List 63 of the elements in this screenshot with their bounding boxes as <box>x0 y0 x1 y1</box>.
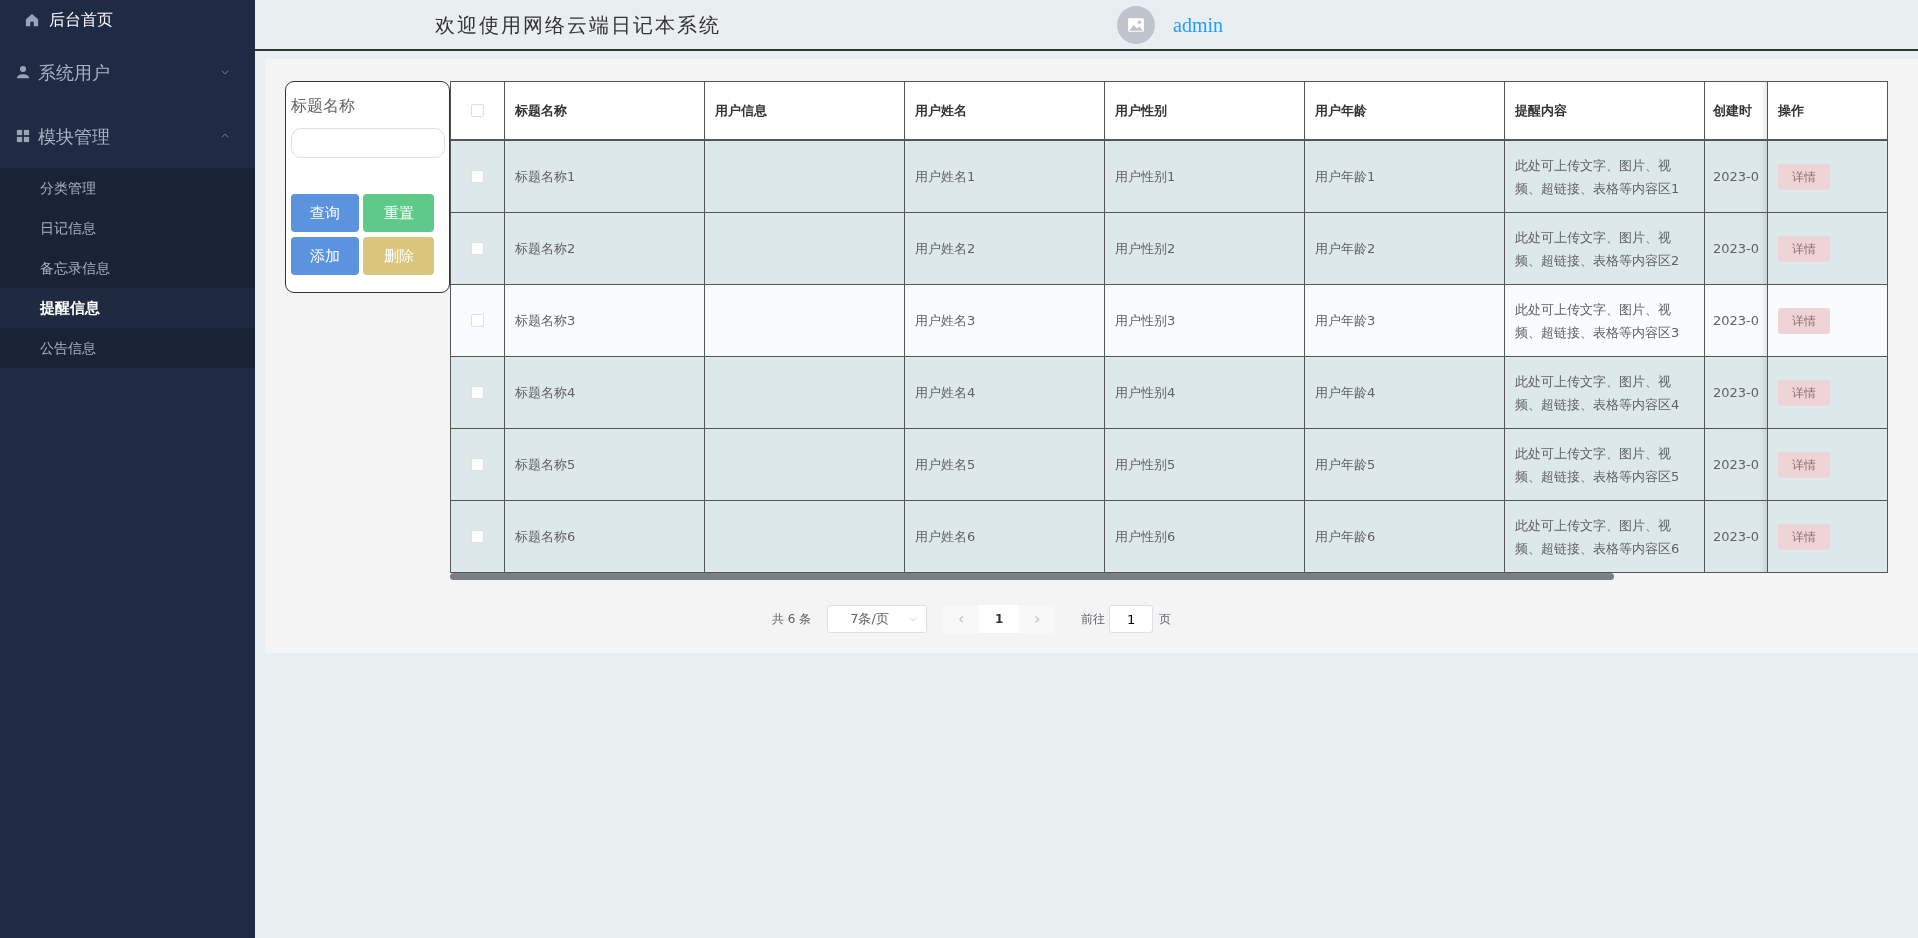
goto-page-field[interactable]: 1 <box>1109 605 1154 633</box>
row-checkbox[interactable] <box>471 314 484 327</box>
column-header: 提醒内容 <box>1505 81 1705 141</box>
sidebar-item[interactable]: 备忘录信息 <box>0 248 255 288</box>
chevron-icon <box>220 67 230 77</box>
grid-icon <box>16 129 30 143</box>
column-header: 创建时 <box>1705 81 1768 141</box>
sidebar-menu-group[interactable]: 系统用户 <box>0 40 255 104</box>
table-cell-text: 此处可上传文字、图片、视频、超链接、表格等内容区5 <box>1515 444 1681 486</box>
select-all-checkbox[interactable] <box>471 104 484 117</box>
column-header: 用户姓名 <box>905 81 1105 141</box>
total-count: 共 6 条 <box>771 611 812 628</box>
home-icon <box>25 13 39 27</box>
username: admin <box>1173 12 1223 38</box>
sidebar-item[interactable]: 分类管理 <box>0 168 255 208</box>
table-cell-text: 此处可上传文字、图片、视频、超链接、表格等内容区6 <box>1515 516 1681 558</box>
sidebar-item[interactable]: 公告信息 <box>0 328 255 368</box>
table-row[interactable]: 标题名称4 用户姓名4 用户性别4 用户年龄4 此处可上传文字、图片、视频、超链接、表格等内容区4 2023-0 详情 <box>450 357 1888 429</box>
column-header: 用户信息 <box>705 81 905 141</box>
sidebar-home-item[interactable]: 后台首页 <box>0 0 255 40</box>
chevron-icon <box>220 131 230 141</box>
detail-button[interactable]: 详情 <box>1778 307 1830 334</box>
goto-label: 前往 <box>1081 611 1106 628</box>
table-cell: 2023-0 <box>1705 501 1768 573</box>
row-checkbox[interactable] <box>471 386 484 399</box>
table-cell-text: 此处可上传文字、图片、视频、超链接、表格等内容区4 <box>1515 372 1681 414</box>
row-checkbox[interactable] <box>471 458 484 471</box>
page-number[interactable]: 1 <box>979 605 1020 633</box>
table-row[interactable]: 标题名称1 用户姓名1 用户性别1 用户年龄1 此处可上传文字、图片、视频、超链接、表格等内容区1 2023-0 详情 <box>450 141 1888 213</box>
sidebar-item[interactable]: 提醒信息 <box>0 288 255 328</box>
detail-button[interactable]: 详情 <box>1778 163 1830 190</box>
detail-button[interactable]: 详情 <box>1778 235 1830 262</box>
column-header: 用户性别 <box>1105 81 1305 141</box>
table-cell-text: 此处可上传文字、图片、视频、超链接、表格等内容区2 <box>1515 228 1681 270</box>
column-header: 操作 <box>1768 81 1888 141</box>
action-button[interactable]: 添加 <box>291 237 359 275</box>
action-button[interactable]: 查询 <box>291 194 359 232</box>
column-header: 用户年龄 <box>1305 81 1505 141</box>
sidebar-menu-group[interactable]: 模块管理 <box>0 104 255 168</box>
sidebar-item[interactable]: 日记信息 <box>0 208 255 248</box>
table-cell-text: 此处可上传文字、图片、视频、超链接、表格等内容区1 <box>1515 156 1681 198</box>
row-checkbox[interactable] <box>471 530 484 543</box>
table-cell-text: 此处可上传文字、图片、视频、超链接、表格等内容区3 <box>1515 300 1681 342</box>
table-row[interactable]: 标题名称2 用户姓名2 用户性别2 用户年龄2 此处可上传文字、图片、视频、超链接、表格等内容区2 2023-0 详情 <box>450 213 1888 285</box>
home-label: 后台首页 <box>49 9 113 31</box>
scrollbar-thumb[interactable] <box>450 573 1614 580</box>
table-row[interactable]: 标题名称6 用户姓名6 用户性别6 用户年龄6 此处可上传文字、图片、视频、超链接、表格等内容区6 2023-0 详情 <box>450 501 1888 573</box>
page-unit-label: 页 <box>1159 611 1172 628</box>
detail-button[interactable]: 详情 <box>1778 451 1830 478</box>
detail-button[interactable]: 详情 <box>1778 523 1830 550</box>
welcome-title: 欢迎使用网络云端日记本系统 <box>435 11 722 39</box>
table-row[interactable]: 标题名称5 用户姓名5 用户性别5 用户年龄5 此处可上传文字、图片、视频、超链接、表格等内容区5 2023-0 详情 <box>450 429 1888 501</box>
page-size-select[interactable]: 7条/页 <box>827 605 928 633</box>
image-icon <box>1127 15 1145 34</box>
column-header: 标题名称 <box>505 81 705 141</box>
table-row[interactable]: 标题名称3 用户姓名3 用户性别3 用户年龄3 此处可上传文字、图片、视频、超链接、表格等内容区3 2023-0 详情 <box>450 285 1888 357</box>
title-search-field[interactable] <box>291 128 445 158</box>
row-checkbox[interactable] <box>471 242 484 255</box>
field-label: 标题名称 <box>291 95 356 117</box>
person-icon <box>16 65 30 79</box>
detail-button[interactable]: 详情 <box>1778 379 1830 406</box>
row-checkbox[interactable] <box>471 170 484 183</box>
chevron-icon <box>908 614 919 624</box>
